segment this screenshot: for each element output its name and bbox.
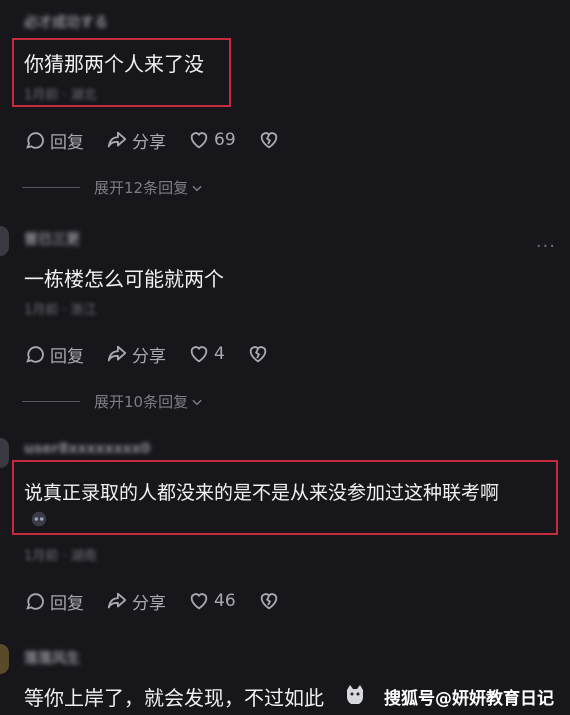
share-label: 分享 [132, 593, 166, 614]
broken-heart-icon [260, 593, 277, 610]
like-count: 46 [214, 591, 236, 611]
share-arrow-icon [107, 345, 127, 362]
like-button[interactable]: 4 [188, 343, 225, 365]
highlight-box-1 [12, 38, 231, 107]
share-button[interactable]: 分享 [106, 128, 166, 153]
expand-replies-label: 展开12条回复 [94, 179, 189, 197]
divider-line [22, 401, 80, 402]
broken-heart-icon [260, 132, 277, 149]
share-button[interactable]: 分享 [106, 589, 166, 614]
highlight-box-2 [12, 460, 558, 535]
more-dots-icon[interactable]: ··· [536, 236, 556, 257]
reply-button[interactable]: 回复 [24, 342, 84, 367]
reply-label: 回复 [50, 346, 84, 367]
reply-label: 回复 [50, 593, 84, 614]
dislike-button[interactable] [258, 129, 284, 151]
like-count: 4 [214, 344, 225, 364]
share-arrow-icon [107, 131, 127, 148]
chevron-down-icon [192, 185, 202, 191]
comment-2-meta: 1月前 · 浙江 [24, 303, 97, 318]
avatar[interactable] [0, 226, 9, 256]
comment-bubble-icon [26, 346, 44, 363]
comment-2-actions: 回复 分享 4 [24, 341, 295, 367]
dislike-button[interactable] [258, 590, 284, 612]
comment-bubble-icon [26, 593, 44, 610]
avatar[interactable] [0, 438, 9, 468]
like-button[interactable]: 46 [188, 590, 236, 612]
expand-replies-1[interactable]: 展开12条回复 [22, 177, 204, 198]
chevron-down-icon [192, 399, 202, 405]
heart-icon [190, 593, 208, 610]
comment-3-meta: 1月前 · 湖南 [24, 549, 97, 564]
divider-line [22, 187, 80, 188]
comment-1-actions: 回复 分享 69 [24, 127, 306, 153]
avatar[interactable] [0, 644, 9, 674]
cat-emoji-icon [344, 682, 366, 708]
share-arrow-icon [107, 592, 127, 609]
comment-bubble-icon [26, 132, 44, 149]
like-count: 69 [214, 130, 236, 150]
comment-3-actions: 回复 分享 46 [24, 588, 306, 614]
share-button[interactable]: 分享 [106, 342, 166, 367]
like-button[interactable]: 69 [188, 129, 236, 151]
expand-replies-2[interactable]: 展开10条回复 [22, 391, 204, 412]
comment-4-username[interactable]: 落落风生 [24, 648, 80, 668]
reply-button[interactable]: 回复 [24, 128, 84, 153]
comment-2-username[interactable]: 曾已三更 [24, 229, 80, 249]
comment-2-text[interactable]: 一栋楼怎么可能就两个 [24, 263, 224, 292]
watermark: 搜狐号@妍妍教育日记 [384, 689, 554, 709]
dislike-button[interactable] [247, 343, 273, 365]
heart-icon [190, 346, 208, 363]
comment-4-text[interactable]: 等你上岸了，就会发现，不过如此 [24, 682, 324, 711]
expand-replies-label: 展开10条回复 [94, 393, 189, 411]
reply-label: 回复 [50, 132, 84, 153]
share-label: 分享 [132, 346, 166, 367]
comment-1-username[interactable]: 必才成功する [24, 12, 108, 32]
broken-heart-icon [249, 346, 267, 363]
share-label: 分享 [132, 132, 166, 153]
reply-button[interactable]: 回复 [24, 589, 84, 614]
comment-3-username[interactable]: user8xxxxxxxx0 [24, 441, 150, 457]
heart-icon [190, 132, 208, 149]
